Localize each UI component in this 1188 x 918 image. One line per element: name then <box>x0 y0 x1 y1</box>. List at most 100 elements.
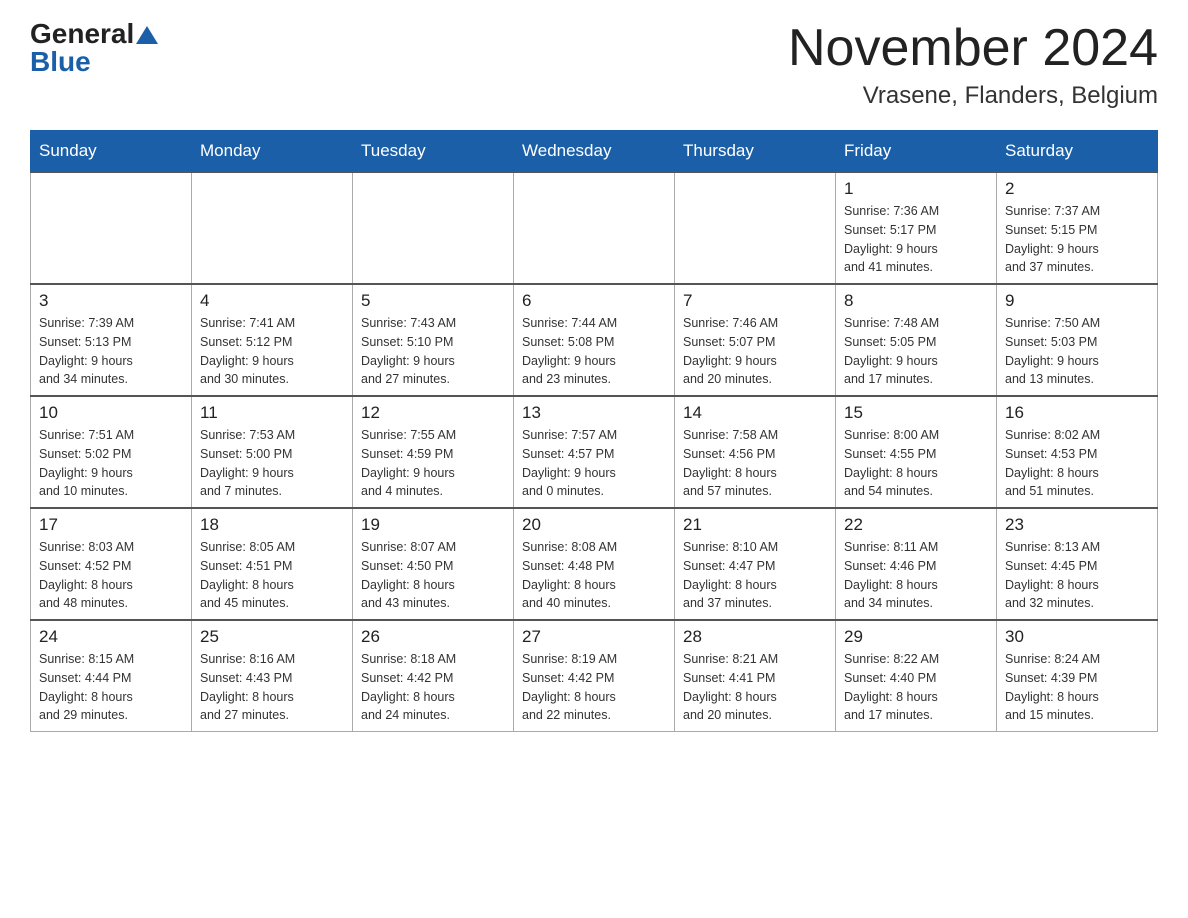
day-number: 30 <box>1005 627 1149 647</box>
day-number: 8 <box>844 291 988 311</box>
day-number: 19 <box>361 515 505 535</box>
day-info: Sunrise: 7:53 AMSunset: 5:00 PMDaylight:… <box>200 426 344 501</box>
day-info: Sunrise: 7:46 AMSunset: 5:07 PMDaylight:… <box>683 314 827 389</box>
day-info: Sunrise: 8:18 AMSunset: 4:42 PMDaylight:… <box>361 650 505 725</box>
column-header-thursday: Thursday <box>675 131 836 173</box>
calendar-cell: 21 Sunrise: 8:10 AMSunset: 4:47 PMDayligh… <box>675 508 836 620</box>
calendar-cell: 29 Sunrise: 8:22 AMSunset: 4:40 PMDayligh… <box>836 620 997 732</box>
day-number: 14 <box>683 403 827 423</box>
day-number: 26 <box>361 627 505 647</box>
calendar-week-row: 3 Sunrise: 7:39 AMSunset: 5:13 PMDaylight… <box>31 284 1158 396</box>
calendar-cell: 8 Sunrise: 7:48 AMSunset: 5:05 PMDaylight… <box>836 284 997 396</box>
calendar-cell: 18Sunrise: 8:05 AMSunset: 4:51 PMDayligh… <box>192 508 353 620</box>
calendar-week-row: 10Sunrise: 7:51 AMSunset: 5:02 PMDayligh… <box>31 396 1158 508</box>
day-number: 1 <box>844 179 988 199</box>
calendar-cell <box>514 172 675 284</box>
day-number: 27 <box>522 627 666 647</box>
calendar-cell: 26 Sunrise: 8:18 AMSunset: 4:42 PMDayligh… <box>353 620 514 732</box>
day-number: 22 <box>844 515 988 535</box>
day-number: 10 <box>39 403 183 423</box>
day-number: 5 <box>361 291 505 311</box>
day-number: 6 <box>522 291 666 311</box>
calendar-cell: 11 Sunrise: 7:53 AMSunset: 5:00 PMDayligh… <box>192 396 353 508</box>
day-info: Sunrise: 7:57 AMSunset: 4:57 PMDaylight:… <box>522 426 666 501</box>
day-number: 3 <box>39 291 183 311</box>
calendar-cell: 7Sunrise: 7:46 AMSunset: 5:07 PMDaylight… <box>675 284 836 396</box>
location: Vrasene, Flanders, Belgium <box>788 82 1158 110</box>
day-number: 2 <box>1005 179 1149 199</box>
day-info: Sunrise: 7:43 AMSunset: 5:10 PMDaylight:… <box>361 314 505 389</box>
calendar-cell: 10Sunrise: 7:51 AMSunset: 5:02 PMDayligh… <box>31 396 192 508</box>
calendar-cell: 19 Sunrise: 8:07 AMSunset: 4:50 PMDayligh… <box>353 508 514 620</box>
day-info: Sunrise: 8:03 AMSunset: 4:52 PMDaylight:… <box>39 538 183 613</box>
day-number: 24 <box>39 627 183 647</box>
day-info: Sunrise: 7:39 AMSunset: 5:13 PMDaylight:… <box>39 314 183 389</box>
calendar-table: SundayMondayTuesdayWednesdayThursdayFrid… <box>30 130 1158 732</box>
day-info: Sunrise: 8:21 AMSunset: 4:41 PMDaylight:… <box>683 650 827 725</box>
month-title: November 2024 <box>788 20 1158 77</box>
calendar-cell: 14 Sunrise: 7:58 AMSunset: 4:56 PMDayligh… <box>675 396 836 508</box>
day-number: 16 <box>1005 403 1149 423</box>
day-number: 25 <box>200 627 344 647</box>
day-info: Sunrise: 8:24 AMSunset: 4:39 PMDaylight:… <box>1005 650 1149 725</box>
day-number: 12 <box>361 403 505 423</box>
day-info: Sunrise: 8:13 AMSunset: 4:45 PMDaylight:… <box>1005 538 1149 613</box>
day-info: Sunrise: 7:41 AMSunset: 5:12 PMDaylight:… <box>200 314 344 389</box>
day-number: 11 <box>200 403 344 423</box>
column-header-saturday: Saturday <box>997 131 1158 173</box>
calendar-cell: 28 Sunrise: 8:21 AMSunset: 4:41 PMDayligh… <box>675 620 836 732</box>
day-info: Sunrise: 7:55 AMSunset: 4:59 PMDaylight:… <box>361 426 505 501</box>
day-number: 29 <box>844 627 988 647</box>
column-header-tuesday: Tuesday <box>353 131 514 173</box>
day-number: 23 <box>1005 515 1149 535</box>
calendar-cell: 9Sunrise: 7:50 AMSunset: 5:03 PMDaylight… <box>997 284 1158 396</box>
logo-general: General <box>30 20 134 48</box>
calendar-cell: 2Sunrise: 7:37 AMSunset: 5:15 PMDaylight… <box>997 172 1158 284</box>
calendar-cell <box>192 172 353 284</box>
calendar-cell: 23 Sunrise: 8:13 AMSunset: 4:45 PMDayligh… <box>997 508 1158 620</box>
day-number: 21 <box>683 515 827 535</box>
calendar-cell: 30 Sunrise: 8:24 AMSunset: 4:39 PMDayligh… <box>997 620 1158 732</box>
calendar-cell: 5 Sunrise: 7:43 AMSunset: 5:10 PMDaylight… <box>353 284 514 396</box>
day-info: Sunrise: 8:07 AMSunset: 4:50 PMDaylight:… <box>361 538 505 613</box>
day-info: Sunrise: 7:58 AMSunset: 4:56 PMDaylight:… <box>683 426 827 501</box>
day-info: Sunrise: 8:10 AMSunset: 4:47 PMDaylight:… <box>683 538 827 613</box>
day-info: Sunrise: 8:11 AMSunset: 4:46 PMDaylight:… <box>844 538 988 613</box>
calendar-cell: 1 Sunrise: 7:36 AMSunset: 5:17 PMDaylight… <box>836 172 997 284</box>
column-header-sunday: Sunday <box>31 131 192 173</box>
day-number: 13 <box>522 403 666 423</box>
calendar-cell: 24Sunrise: 8:15 AMSunset: 4:44 PMDayligh… <box>31 620 192 732</box>
calendar-cell: 12 Sunrise: 7:55 AMSunset: 4:59 PMDayligh… <box>353 396 514 508</box>
calendar-cell: 25 Sunrise: 8:16 AMSunset: 4:43 PMDayligh… <box>192 620 353 732</box>
day-info: Sunrise: 7:50 AMSunset: 5:03 PMDaylight:… <box>1005 314 1149 389</box>
day-info: Sunrise: 8:05 AMSunset: 4:51 PMDaylight:… <box>200 538 344 613</box>
day-info: Sunrise: 7:44 AMSunset: 5:08 PMDaylight:… <box>522 314 666 389</box>
calendar-week-row: 17 Sunrise: 8:03 AMSunset: 4:52 PMDayligh… <box>31 508 1158 620</box>
day-info: Sunrise: 7:48 AMSunset: 5:05 PMDaylight:… <box>844 314 988 389</box>
calendar-cell <box>353 172 514 284</box>
calendar-cell: 15 Sunrise: 8:00 AMSunset: 4:55 PMDayligh… <box>836 396 997 508</box>
day-number: 4 <box>200 291 344 311</box>
day-info: Sunrise: 8:02 AMSunset: 4:53 PMDaylight:… <box>1005 426 1149 501</box>
day-number: 17 <box>39 515 183 535</box>
day-info: Sunrise: 7:36 AMSunset: 5:17 PMDaylight:… <box>844 202 988 277</box>
calendar-cell: 17 Sunrise: 8:03 AMSunset: 4:52 PMDayligh… <box>31 508 192 620</box>
day-info: Sunrise: 8:16 AMSunset: 4:43 PMDaylight:… <box>200 650 344 725</box>
calendar-cell: 20Sunrise: 8:08 AMSunset: 4:48 PMDayligh… <box>514 508 675 620</box>
page-header: General Blue November 2024 Vrasene, Flan… <box>30 20 1158 110</box>
day-info: Sunrise: 8:19 AMSunset: 4:42 PMDaylight:… <box>522 650 666 725</box>
column-header-monday: Monday <box>192 131 353 173</box>
calendar-cell: 13 Sunrise: 7:57 AMSunset: 4:57 PMDayligh… <box>514 396 675 508</box>
calendar-header-row: SundayMondayTuesdayWednesdayThursdayFrid… <box>31 131 1158 173</box>
day-number: 28 <box>683 627 827 647</box>
calendar-cell: 27 Sunrise: 8:19 AMSunset: 4:42 PMDayligh… <box>514 620 675 732</box>
calendar-cell: 16 Sunrise: 8:02 AMSunset: 4:53 PMDayligh… <box>997 396 1158 508</box>
calendar-cell <box>675 172 836 284</box>
logo: General Blue <box>30 20 158 76</box>
calendar-cell: 22 Sunrise: 8:11 AMSunset: 4:46 PMDayligh… <box>836 508 997 620</box>
calendar-cell: 6 Sunrise: 7:44 AMSunset: 5:08 PMDaylight… <box>514 284 675 396</box>
column-header-wednesday: Wednesday <box>514 131 675 173</box>
day-info: Sunrise: 8:22 AMSunset: 4:40 PMDaylight:… <box>844 650 988 725</box>
day-number: 15 <box>844 403 988 423</box>
day-info: Sunrise: 8:00 AMSunset: 4:55 PMDaylight:… <box>844 426 988 501</box>
